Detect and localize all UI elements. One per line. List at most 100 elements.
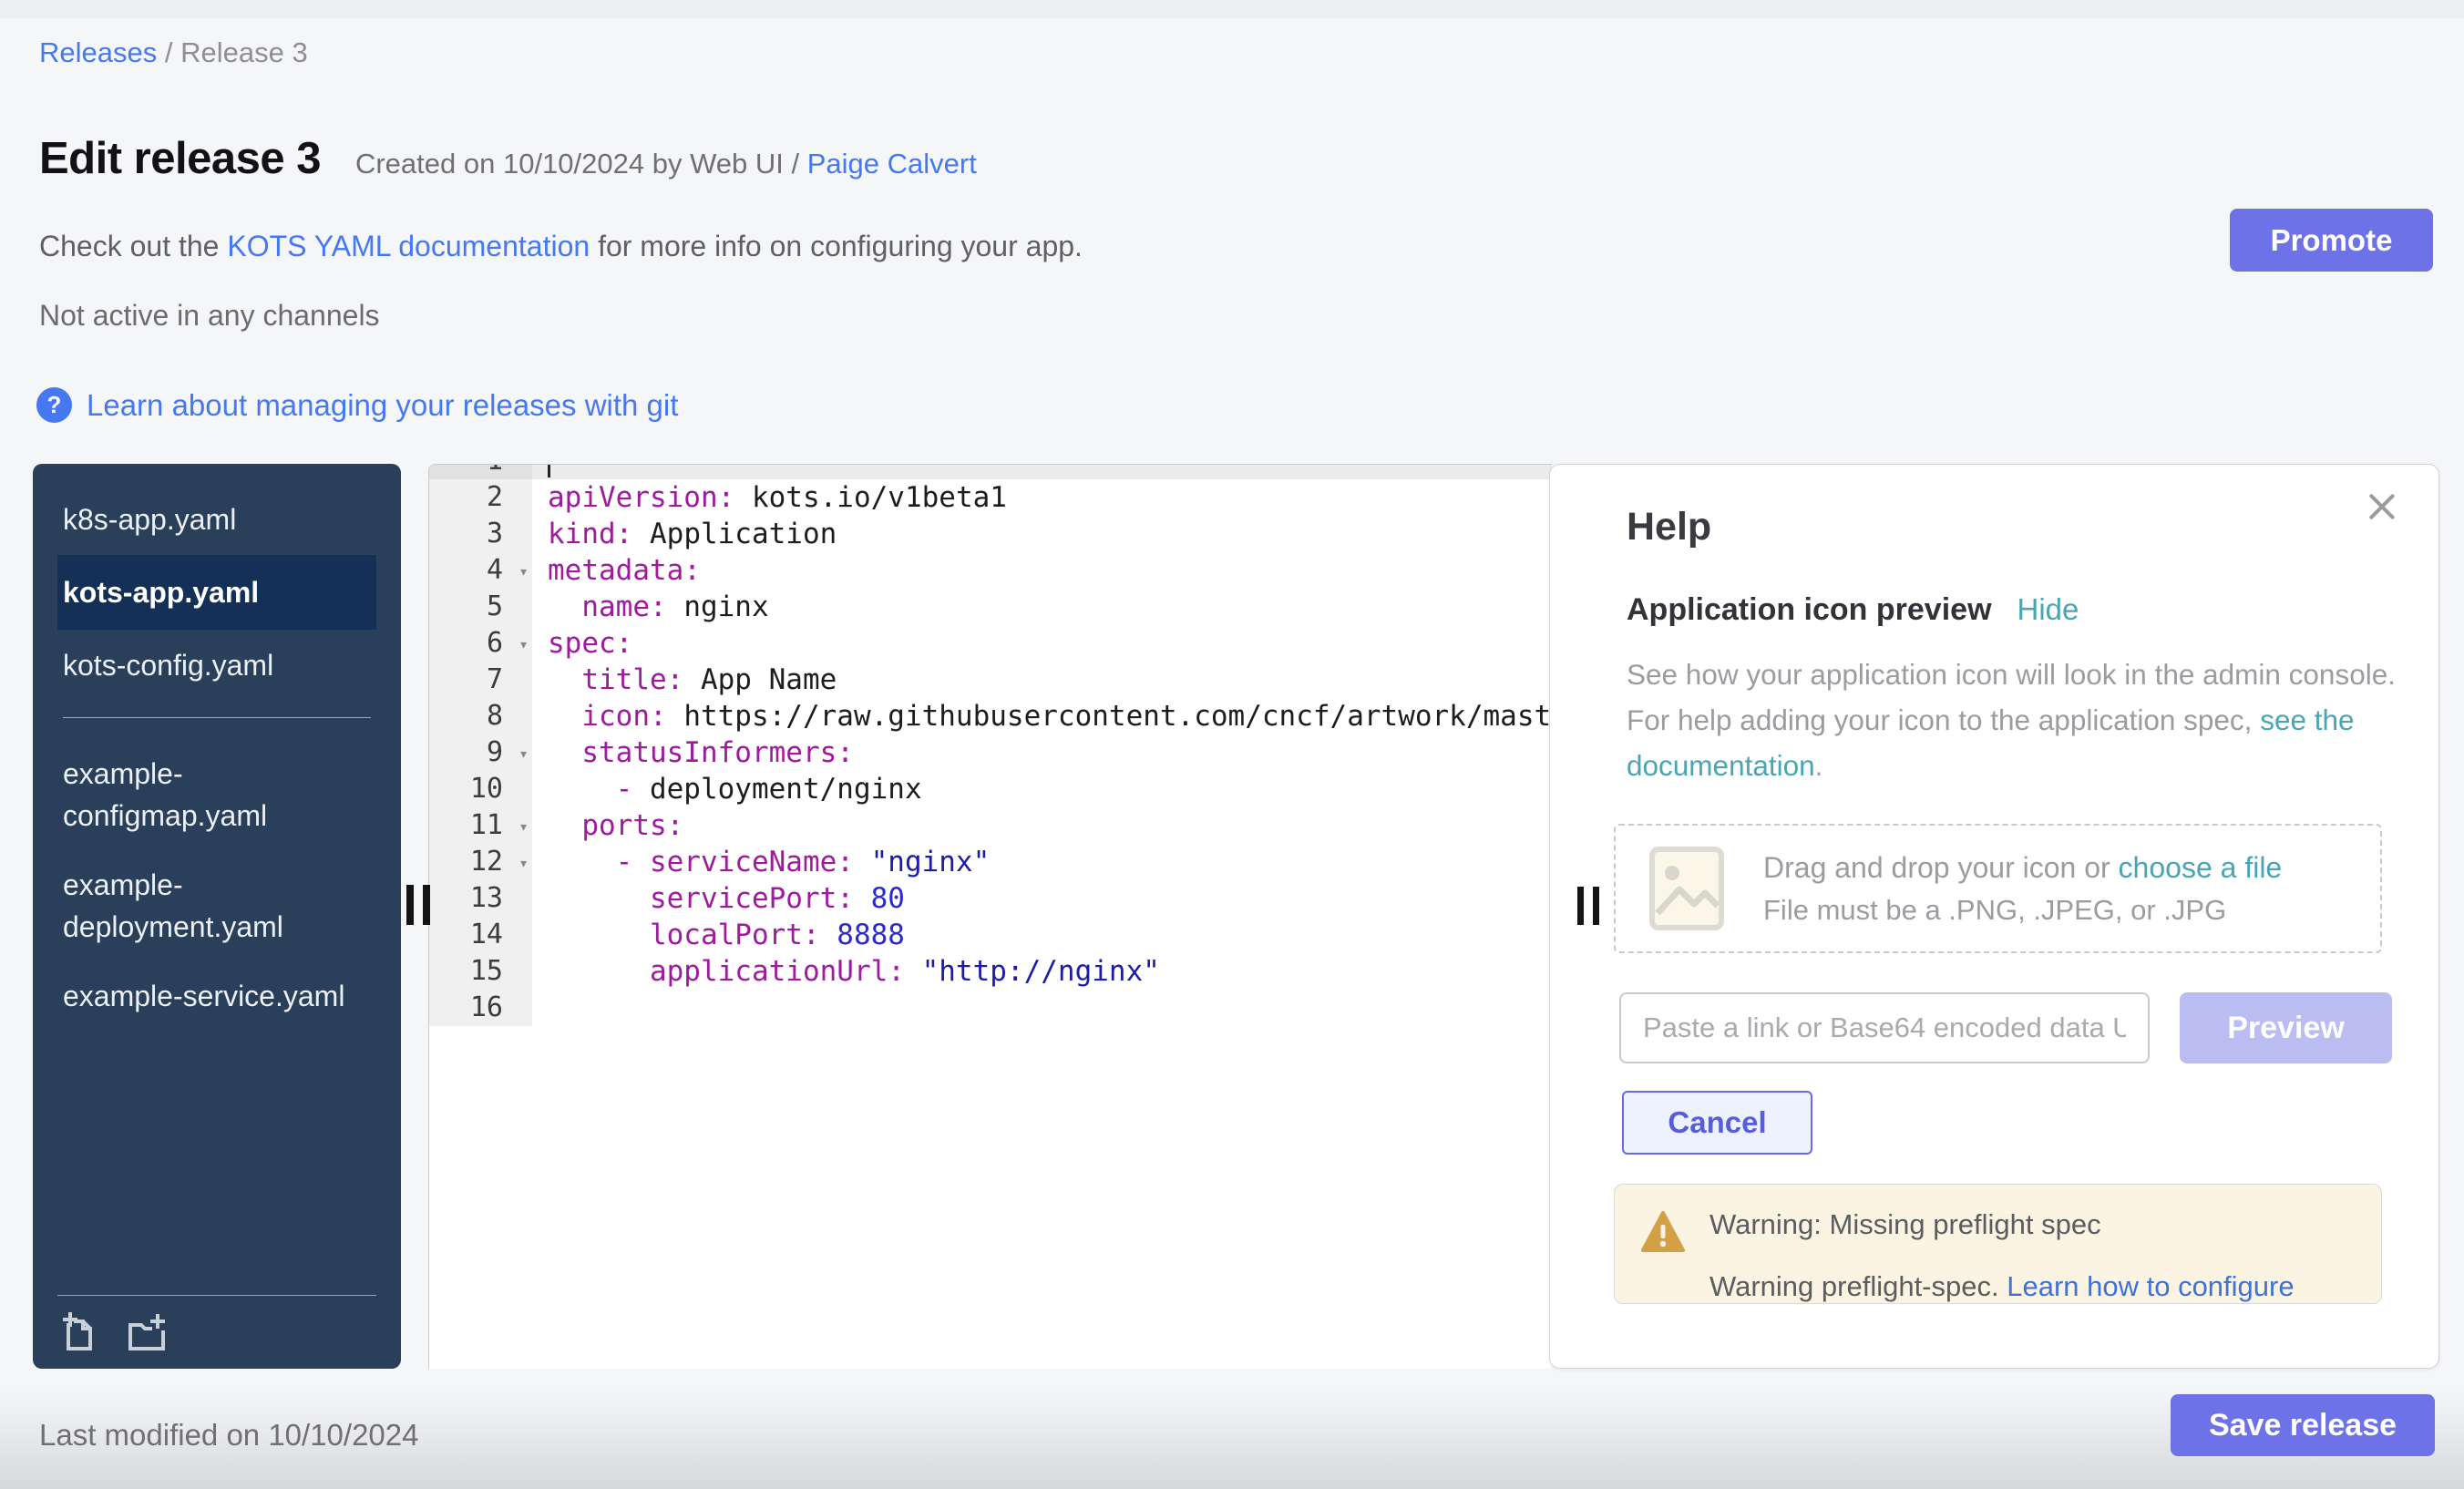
file-item[interactable]: kots-app.yaml: [57, 555, 376, 630]
doc-prefix: Check out the: [39, 230, 227, 262]
file-types-text: File must be a .PNG, .JPEG, or .JPG: [1763, 894, 2282, 927]
editor-line[interactable]: 3kind: Application: [429, 516, 1552, 552]
editor-line[interactable]: 15 applicationUrl: "http://nginx": [429, 953, 1552, 990]
editor-line[interactable]: 1---: [429, 464, 1552, 479]
warning-body-text: Warning preflight-spec.: [1709, 1270, 2007, 1302]
warning-detail: Warning preflight-spec. Learn how to con…: [1709, 1270, 2295, 1303]
editor-line[interactable]: 13 servicePort: 80: [429, 880, 1552, 917]
file-item[interactable]: example-deployment.yaml: [57, 851, 376, 960]
panel-resize-handle[interactable]: [1577, 887, 1599, 925]
code-line: applicationUrl: "http://nginx": [532, 953, 1552, 990]
section-title: Application icon preview: [1627, 592, 1992, 628]
code-line: servicePort: 80: [532, 880, 1552, 917]
git-docs-link[interactable]: Learn about managing your releases with …: [87, 388, 678, 423]
fold-arrow-icon[interactable]: ▾: [518, 809, 529, 846]
line-number: 14: [429, 917, 532, 953]
editor-line[interactable]: 2apiVersion: kots.io/v1beta1: [429, 479, 1552, 516]
line-number: 3: [429, 516, 532, 552]
save-release-button[interactable]: Save release: [2171, 1394, 2435, 1456]
top-band: [0, 0, 2464, 18]
editor-line[interactable]: 8 icon: https://raw.githubusercontent.co…: [429, 698, 1552, 734]
code-line: kind: Application: [532, 516, 1552, 552]
code-line: spec:: [532, 625, 1552, 662]
help-body-period: .: [1815, 749, 1823, 782]
line-number: 9▾: [429, 734, 532, 771]
fold-arrow-icon[interactable]: ▾: [518, 736, 529, 773]
promote-button[interactable]: Promote: [2230, 209, 2433, 272]
image-placeholder-icon: [1648, 846, 1725, 931]
close-icon[interactable]: [2364, 488, 2400, 525]
icon-dropzone[interactable]: Drag and drop your icon or choose a file…: [1614, 824, 2382, 953]
file-item[interactable]: kots-config.yaml: [57, 632, 376, 699]
line-number: 8: [429, 698, 532, 734]
editor-line[interactable]: 16: [429, 990, 1552, 1026]
file-list: k8s-app.yamlkots-app.yamlkots-config.yam…: [33, 464, 401, 1030]
code-line: title: App Name: [532, 662, 1552, 698]
file-sidebar: k8s-app.yamlkots-app.yamlkots-config.yam…: [33, 464, 401, 1369]
sidebar-resize-handle[interactable]: [406, 885, 430, 925]
doc-suffix: for more info on configuring your app.: [590, 230, 1083, 262]
breadcrumb-releases-link[interactable]: Releases: [39, 36, 157, 68]
icon-url-input[interactable]: [1619, 992, 2150, 1063]
breadcrumb: Releases / Release 3: [39, 36, 308, 69]
editor-line[interactable]: 7 title: App Name: [429, 662, 1552, 698]
add-folder-icon[interactable]: [125, 1310, 169, 1354]
choose-file-link[interactable]: choose a file: [2119, 851, 2283, 884]
kots-docs-link[interactable]: KOTS YAML documentation: [227, 230, 590, 262]
file-item[interactable]: example-configmap.yaml: [57, 740, 376, 849]
created-info: Created on 10/10/2024 by Web UI / Paige …: [355, 148, 977, 180]
breadcrumb-current: Release 3: [180, 36, 308, 68]
breadcrumb-separator: /: [157, 36, 180, 68]
question-icon: ?: [36, 387, 72, 423]
add-file-icon[interactable]: [57, 1310, 101, 1354]
fold-arrow-icon[interactable]: ▾: [518, 554, 529, 590]
warning-box: Warning: Missing preflight spec Warning …: [1614, 1184, 2382, 1304]
code-line: [532, 990, 1552, 1026]
editor-line[interactable]: 14 localPort: 8888: [429, 917, 1552, 953]
warning-title: Warning: Missing preflight spec: [1709, 1208, 2101, 1241]
line-number: 12▾: [429, 844, 532, 880]
editor-line[interactable]: 6▾spec:: [429, 625, 1552, 662]
code-line: icon: https://raw.githubusercontent.com/…: [532, 698, 1552, 734]
code-line: apiVersion: kots.io/v1beta1: [532, 479, 1552, 516]
drop-text: Drag and drop your icon or: [1763, 851, 2119, 884]
configure-link[interactable]: Learn how to configure: [2007, 1270, 2294, 1302]
line-number: 1: [429, 464, 532, 479]
hide-link[interactable]: Hide: [2017, 592, 2079, 627]
line-number: 7: [429, 662, 532, 698]
line-number: 6▾: [429, 625, 532, 662]
editor-line[interactable]: 9▾ statusInformers:: [429, 734, 1552, 771]
editor-line[interactable]: 10 - deployment/nginx: [429, 771, 1552, 807]
code-line: name: nginx: [532, 589, 1552, 625]
yaml-editor[interactable]: 1---2apiVersion: kots.io/v1beta13kind: A…: [428, 464, 1552, 1369]
help-title: Help: [1627, 505, 1711, 549]
doc-line: Check out the KOTS YAML documentation fo…: [39, 230, 1083, 263]
line-number: 11▾: [429, 807, 532, 844]
editor-line[interactable]: 11▾ ports:: [429, 807, 1552, 844]
fold-arrow-icon[interactable]: ▾: [518, 627, 529, 663]
help-panel: Help Application icon preview Hide See h…: [1549, 464, 2439, 1369]
code-line: - serviceName: "nginx": [532, 844, 1552, 880]
last-modified: Last modified on 10/10/2024: [39, 1418, 418, 1453]
file-list-divider: [63, 717, 371, 718]
editor-line[interactable]: 12▾ - serviceName: "nginx": [429, 844, 1552, 880]
line-number: 10: [429, 771, 532, 807]
code-line: localPort: 8888: [532, 917, 1552, 953]
code-line: ports:: [532, 807, 1552, 844]
cancel-button[interactable]: Cancel: [1622, 1091, 1812, 1155]
author-link[interactable]: Paige Calvert: [807, 148, 977, 180]
file-item[interactable]: k8s-app.yaml: [57, 486, 376, 553]
fold-arrow-icon[interactable]: ▾: [518, 846, 529, 882]
line-number: 4▾: [429, 552, 532, 589]
line-number: 13: [429, 880, 532, 917]
editor-line[interactable]: 5 name: nginx: [429, 589, 1552, 625]
line-number: 16: [429, 990, 532, 1026]
code-line: metadata:: [532, 552, 1552, 589]
dropzone-text: Drag and drop your icon or choose a file: [1763, 851, 2282, 885]
code-line: ---: [532, 464, 1552, 479]
line-number: 2: [429, 479, 532, 516]
code-line: statusInformers:: [532, 734, 1552, 771]
editor-line[interactable]: 4▾metadata:: [429, 552, 1552, 589]
file-item[interactable]: example-service.yaml: [57, 962, 376, 1030]
preview-button[interactable]: Preview: [2180, 992, 2392, 1063]
